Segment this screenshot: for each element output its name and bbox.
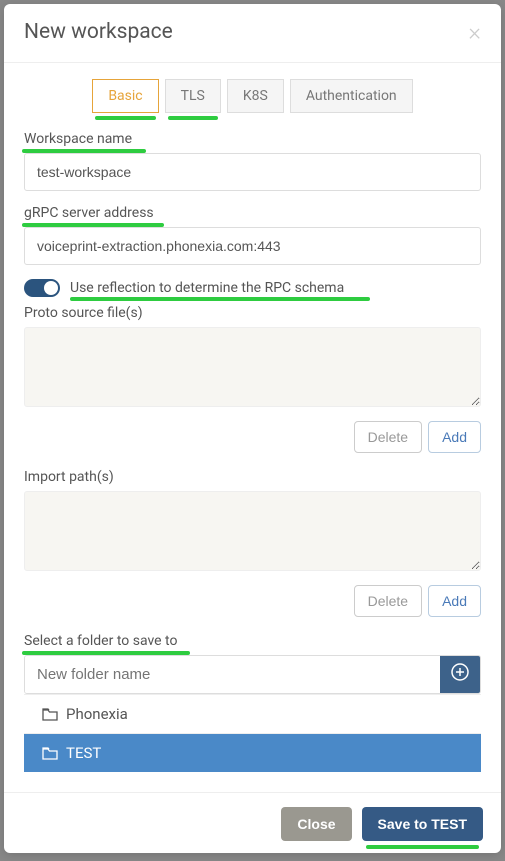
highlight-underline	[168, 116, 218, 120]
folder-item-phonexia[interactable]: Phonexia	[24, 694, 481, 733]
proto-add-button[interactable]: Add	[428, 421, 481, 453]
grpc-address-input[interactable]	[24, 227, 481, 265]
tab-bar: Basic TLS K8S Authentication	[24, 79, 481, 113]
proto-source-label: Proto source file(s)	[24, 305, 481, 321]
folder-item-test[interactable]: TEST	[24, 733, 481, 772]
new-workspace-modal: New workspace × Basic TLS K8S Authentica…	[4, 4, 501, 853]
tab-label: Authentication	[306, 88, 397, 104]
import-add-button[interactable]: Add	[428, 585, 481, 617]
workspace-name-input[interactable]	[24, 153, 481, 191]
grpc-address-label: gRPC server address	[24, 205, 481, 221]
save-button-label: Save to TEST	[378, 816, 467, 832]
highlight-underline	[22, 651, 190, 655]
modal-header: New workspace ×	[4, 4, 501, 63]
workspace-name-label: Workspace name	[24, 131, 481, 147]
highlight-underline	[366, 845, 479, 849]
reflection-label: Use reflection to determine the RPC sche…	[70, 280, 344, 296]
import-path-textarea[interactable]	[24, 491, 481, 571]
tab-authentication[interactable]: Authentication	[290, 79, 413, 113]
import-path-group: Import path(s) Delete Add	[24, 469, 481, 617]
add-folder-button[interactable]	[440, 656, 480, 693]
modal-title: New workspace	[24, 20, 173, 44]
highlight-underline	[70, 297, 370, 301]
new-folder-row	[24, 655, 481, 694]
proto-buttons: Delete Add	[24, 421, 481, 453]
modal-footer: Close Save to TEST	[4, 792, 501, 853]
tab-k8s[interactable]: K8S	[227, 79, 284, 113]
proto-source-group: Proto source file(s) Delete Add	[24, 305, 481, 453]
reflection-toggle-row: Use reflection to determine the RPC sche…	[24, 279, 481, 297]
save-button[interactable]: Save to TEST	[362, 807, 483, 841]
folder-item-label: Phonexia	[66, 705, 128, 723]
proto-delete-button[interactable]: Delete	[354, 421, 422, 453]
import-path-label: Import path(s)	[24, 469, 481, 485]
close-icon[interactable]: ×	[468, 20, 481, 44]
highlight-underline	[22, 223, 164, 227]
modal-body: Basic TLS K8S Authentication Workspace n…	[4, 63, 501, 792]
tab-label: TLS	[181, 88, 205, 104]
folder-icon	[42, 746, 58, 760]
select-folder-label: Select a folder to save to	[24, 633, 481, 649]
new-folder-input[interactable]	[25, 656, 440, 693]
close-button[interactable]: Close	[281, 807, 351, 841]
plus-circle-icon	[451, 663, 469, 686]
select-folder-group: Select a folder to save to Phonexia	[24, 633, 481, 772]
tab-label: K8S	[243, 88, 268, 104]
import-buttons: Delete Add	[24, 585, 481, 617]
import-delete-button[interactable]: Delete	[354, 585, 422, 617]
folder-item-label: TEST	[66, 744, 101, 762]
highlight-underline	[95, 116, 155, 120]
grpc-address-group: gRPC server address	[24, 205, 481, 265]
proto-source-textarea[interactable]	[24, 327, 481, 407]
reflection-toggle[interactable]	[24, 279, 60, 297]
workspace-name-group: Workspace name	[24, 131, 481, 191]
folder-icon	[42, 707, 58, 721]
tab-basic[interactable]: Basic	[92, 79, 158, 113]
tab-tls[interactable]: TLS	[165, 79, 221, 113]
folder-list: Phonexia TEST	[24, 694, 481, 772]
highlight-underline	[22, 149, 146, 153]
tab-label: Basic	[108, 88, 142, 104]
